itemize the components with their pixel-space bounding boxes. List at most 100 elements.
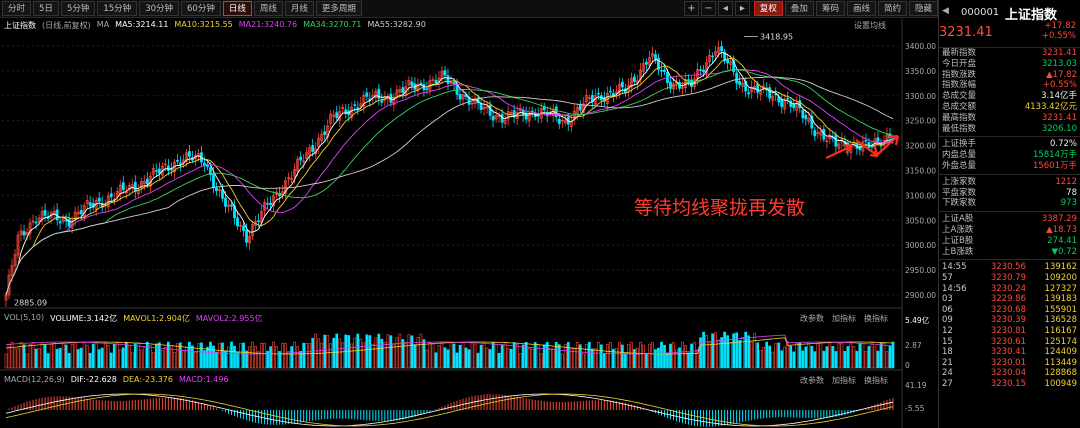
toolbar-button-0[interactable]: 复权: [753, 1, 783, 16]
period-tab-1[interactable]: 5日: [33, 1, 59, 16]
macd-change-indicator[interactable]: 换指标: [864, 375, 888, 386]
volume-change-indicator[interactable]: 换指标: [864, 313, 888, 324]
volume-edit-params[interactable]: 改参数: [800, 313, 824, 324]
chart-title: 上证指数: [4, 21, 36, 30]
volume-bar: [864, 351, 868, 369]
toolbar-button-2[interactable]: 筹码: [815, 1, 845, 16]
volume-y-tick: 2.87: [905, 341, 922, 350]
y-tick-label: 3300.00: [905, 92, 936, 101]
toolbar-button-5[interactable]: 隐藏: [908, 1, 938, 16]
y-tick-label: 2900.00: [905, 291, 936, 300]
volume-bar: [470, 342, 474, 369]
volume-bar: [870, 341, 874, 369]
stat-value: 3206.10: [1041, 123, 1077, 134]
candle-body: [663, 69, 666, 72]
back-arrow-icon[interactable]: ◀: [942, 6, 949, 16]
ma-settings-button[interactable]: 设置均线: [854, 20, 886, 31]
annotation-text: 等待均线聚拢再发散: [634, 197, 806, 219]
candle-body: [702, 69, 705, 73]
candle-body: [212, 173, 215, 188]
volume-bar: [630, 342, 633, 369]
volume-bar: [654, 349, 657, 369]
tick-t: 24: [942, 368, 953, 379]
volume-bar: [705, 335, 708, 369]
scroll-right-button[interactable]: ▸: [734, 1, 750, 16]
candle-body: [266, 203, 269, 205]
candle-body: [479, 103, 483, 110]
volume-bar: [551, 348, 555, 369]
volume-bar: [834, 351, 838, 369]
volume-bar: [855, 350, 859, 369]
volume-bar: [148, 345, 152, 369]
kline-svg[interactable]: 3400.00 3350.00 3300.00 3250.00 3200.00 3150.…: [0, 18, 938, 428]
volume-bar: [473, 343, 477, 369]
volume-bar: [124, 341, 128, 369]
stat-label: 上B涨跌: [942, 246, 974, 257]
volume-bar: [34, 348, 38, 369]
candle-body: [109, 193, 113, 198]
candle-body: [257, 220, 260, 222]
volume-bar: [109, 352, 113, 369]
stat-value: 1212: [1055, 176, 1077, 187]
period-tab-3[interactable]: 15分钟: [97, 1, 138, 16]
period-tab-6[interactable]: 日线: [222, 1, 252, 16]
toolbar-button-3[interactable]: 画线: [846, 1, 876, 16]
scroll-left-button[interactable]: ◂: [717, 1, 733, 16]
tick-q: 139162: [1044, 262, 1077, 273]
toolbar-button-1[interactable]: 叠加: [784, 1, 814, 16]
volume-bar: [888, 345, 892, 369]
period-tab-7[interactable]: 周线: [253, 1, 283, 16]
period-tab-0[interactable]: 分时: [2, 1, 32, 16]
volume-bar: [663, 344, 666, 369]
stat-value: 15814万手: [1032, 150, 1077, 161]
period-tab-8[interactable]: 月线: [284, 1, 314, 16]
volume-bar: [822, 350, 826, 369]
stat-label: 指数涨幅: [942, 80, 977, 91]
zoom-in-button[interactable]: +: [683, 1, 699, 16]
period-tab-4[interactable]: 30分钟: [139, 1, 180, 16]
tick-p: 3230.24: [990, 283, 1026, 294]
stat-label: 上证A股: [942, 214, 974, 225]
volume-bar: [867, 346, 871, 369]
tick-p: 3230.39: [990, 315, 1026, 326]
ma34-line: [5, 69, 894, 296]
volume-bar: [91, 343, 95, 369]
kline-chart[interactable]: 3400.00 3350.00 3300.00 3250.00 3200.00 3150.…: [0, 18, 938, 428]
tick-row: 27 3230.15 100949: [939, 379, 1080, 390]
tick-p: 3229.86: [990, 294, 1026, 305]
stat-value: 15601万手: [1032, 160, 1077, 171]
tick-row: 14:56 3230.24 127327: [939, 284, 1080, 295]
volume-bar: [16, 348, 20, 369]
volume-bar: [73, 342, 77, 369]
dif-value: DIF:-22.628: [70, 375, 117, 384]
volume-bar: [386, 334, 390, 369]
period-tab-9[interactable]: 更多周期: [315, 1, 362, 16]
stat-row: 上证换手 0.72%: [939, 139, 1080, 150]
y-tick-label: 3050.00: [905, 216, 936, 225]
volume-bar: [497, 353, 501, 369]
volume-bar: [575, 341, 579, 369]
stat-label: 上A涨跌: [942, 224, 974, 235]
candle-body: [596, 92, 600, 95]
candle-body: [660, 69, 663, 72]
toolbar-button-4[interactable]: 简约: [877, 1, 907, 16]
volume-bar: [254, 345, 257, 369]
period-tab-5[interactable]: 60分钟: [181, 1, 221, 16]
zoom-out-button[interactable]: −: [700, 1, 716, 16]
volume-bar: [194, 351, 197, 369]
stat-row: 指数涨跌 ▲17.82: [939, 70, 1080, 81]
volume-bar: [482, 341, 486, 369]
volume-bar: [326, 335, 330, 369]
volume-bar: [43, 344, 47, 369]
volume-bar: [660, 341, 663, 369]
volume-add-indicator[interactable]: 加指标: [832, 313, 856, 324]
volume-bar: [431, 343, 435, 369]
period-tab-2[interactable]: 5分钟: [60, 1, 96, 16]
volume-bar: [233, 345, 236, 369]
volume-bar: [212, 345, 215, 369]
volume-bar: [31, 342, 35, 369]
macd-add-indicator[interactable]: 加指标: [832, 375, 856, 386]
volume-bar: [164, 347, 167, 369]
macd-edit-params[interactable]: 改参数: [800, 375, 824, 386]
candle-body: [335, 112, 339, 119]
